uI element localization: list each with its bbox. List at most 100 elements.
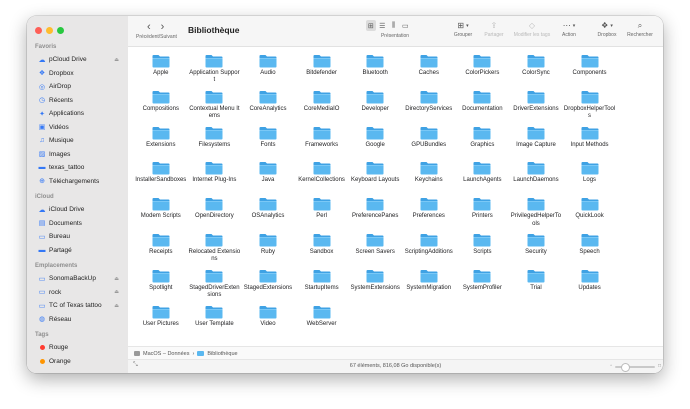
- eject-icon[interactable]: ⏏: [114, 57, 119, 63]
- folder-item[interactable]: Bluetooth: [348, 51, 402, 87]
- folder-item[interactable]: LaunchAgents: [456, 158, 510, 194]
- folder-item[interactable]: Spotlight: [134, 266, 188, 302]
- eject-icon[interactable]: ⏏: [114, 289, 119, 295]
- folder-item[interactable]: Preferences: [402, 194, 456, 230]
- gallery-view-icon[interactable]: ▭: [401, 20, 411, 31]
- folder-item[interactable]: Modem Scripts: [134, 194, 188, 230]
- folder-item[interactable]: Application Support: [188, 51, 242, 87]
- eject-icon[interactable]: ⏏: [114, 303, 119, 309]
- folder-item[interactable]: Caches: [402, 51, 456, 87]
- sidebar-item[interactable]: ▨ Images: [30, 148, 125, 162]
- folder-item[interactable]: Receipts: [134, 230, 188, 266]
- folder-item[interactable]: OpenDirectory: [188, 194, 242, 230]
- folder-item[interactable]: Image Capture: [509, 123, 563, 159]
- folder-item[interactable]: Graphics: [456, 123, 510, 159]
- folder-item[interactable]: PrivilegedHelperTools: [509, 194, 563, 230]
- sidebar-item[interactable]: ▣ Vidéos: [30, 121, 125, 135]
- sidebar-item[interactable]: ⊕ Téléchargements: [30, 175, 125, 189]
- folder-item[interactable]: ColorPickers: [456, 51, 510, 87]
- folder-item[interactable]: Ruby: [241, 230, 295, 266]
- folder-item[interactable]: Apple: [134, 51, 188, 87]
- folder-item[interactable]: InstallerSandboxes: [134, 158, 188, 194]
- folder-item[interactable]: LaunchDaemons: [509, 158, 563, 194]
- zoom-button[interactable]: [57, 27, 64, 34]
- folder-item[interactable]: DropboxHelperTools: [563, 87, 617, 123]
- sidebar-item[interactable]: ▭ Bureau: [30, 230, 125, 244]
- folder-item[interactable]: CoreMediaIO: [295, 87, 349, 123]
- folder-item[interactable]: Updates: [563, 266, 617, 302]
- sidebar-item[interactable]: ▭ rock ⏏: [30, 286, 125, 300]
- sidebar-item[interactable]: ◎ AirDrop: [30, 80, 125, 94]
- folder-item[interactable]: SystemExtensions: [348, 266, 402, 302]
- folder-item[interactable]: Relocated Extensions: [188, 230, 242, 266]
- path-folder[interactable]: Bibliothèque: [207, 351, 237, 357]
- folder-item[interactable]: Components: [563, 51, 617, 87]
- folder-item[interactable]: CoreAnalytics: [241, 87, 295, 123]
- dropbox-button[interactable]: ❖ ▾ Dropbox: [594, 19, 620, 38]
- folder-item[interactable]: Compositions: [134, 87, 188, 123]
- folder-item[interactable]: SystemProfiler: [456, 266, 510, 302]
- folder-item[interactable]: Input Methods: [563, 123, 617, 159]
- folder-item[interactable]: Fonts: [241, 123, 295, 159]
- sidebar-item[interactable]: ✦ Applications: [30, 107, 125, 121]
- sidebar-item[interactable]: ▭ SonomaBackUp ⏏: [30, 272, 125, 286]
- folder-item[interactable]: Logs: [563, 158, 617, 194]
- sidebar-item[interactable]: ❖ Dropbox: [30, 67, 125, 81]
- folder-item[interactable]: User Pictures: [134, 302, 188, 338]
- group-button[interactable]: ⊞ ▾ Grouper: [450, 19, 476, 38]
- folder-item[interactable]: Audio: [241, 51, 295, 87]
- sidebar-item[interactable]: ▬ texas_tattoo: [30, 161, 125, 175]
- sidebar-item[interactable]: ▤ Documents: [30, 217, 125, 231]
- folder-item[interactable]: StartupItems: [295, 266, 349, 302]
- folder-item[interactable]: DirectoryServices: [402, 87, 456, 123]
- folder-item[interactable]: Security: [509, 230, 563, 266]
- sidebar-item[interactable]: Orange: [30, 355, 125, 369]
- folder-item[interactable]: Screen Savers: [348, 230, 402, 266]
- folder-item[interactable]: Video: [241, 302, 295, 338]
- close-button[interactable]: [35, 27, 42, 34]
- sidebar-item[interactable]: ☁ iCloud Drive: [30, 203, 125, 217]
- sidebar-item[interactable]: ♫ Musique: [30, 134, 125, 148]
- folder-item[interactable]: QuickLook: [563, 194, 617, 230]
- folder-item[interactable]: SystemMigration: [402, 266, 456, 302]
- forward-chevron-icon[interactable]: ›: [161, 21, 175, 33]
- eject-icon[interactable]: ⏏: [114, 276, 119, 282]
- icon-size-slider[interactable]: [615, 363, 655, 372]
- folder-item[interactable]: Filesystems: [188, 123, 242, 159]
- folder-item[interactable]: Internet Plug-Ins: [188, 158, 242, 194]
- list-view-icon[interactable]: ☰: [378, 20, 388, 31]
- sidebar-item[interactable]: ◍ Réseau: [30, 313, 125, 327]
- folder-item[interactable]: Contextual Menu Items: [188, 87, 242, 123]
- folder-item[interactable]: Speech: [563, 230, 617, 266]
- folder-item[interactable]: DriverExtensions: [509, 87, 563, 123]
- sidebar-item[interactable]: ▭ TC of Texas tattoo ⏏: [30, 299, 125, 313]
- folder-item[interactable]: ColorSync: [509, 51, 563, 87]
- sidebar-item[interactable]: Rouge: [30, 341, 125, 355]
- folder-item[interactable]: StagedExtensions: [241, 266, 295, 302]
- edit-tags-button[interactable]: ◇ Modifier les tags: [509, 19, 555, 38]
- folder-item[interactable]: Keyboard Layouts: [348, 158, 402, 194]
- folder-item[interactable]: Printers: [456, 194, 510, 230]
- folder-item[interactable]: Google: [348, 123, 402, 159]
- folder-item[interactable]: User Template: [188, 302, 242, 338]
- folder-item[interactable]: StagedDriverExtensions: [188, 266, 242, 302]
- folder-item[interactable]: Developer: [348, 87, 402, 123]
- folder-item[interactable]: Perl: [295, 194, 349, 230]
- back-chevron-icon[interactable]: ‹: [147, 21, 161, 33]
- folder-item[interactable]: Sandbox: [295, 230, 349, 266]
- search-button[interactable]: ⌕ Rechercher: [624, 19, 656, 39]
- folder-item[interactable]: Extensions: [134, 123, 188, 159]
- folder-item[interactable]: Documentation: [456, 87, 510, 123]
- column-view-icon[interactable]: ⫼: [389, 20, 399, 31]
- folder-item[interactable]: KernelCollections: [295, 158, 349, 194]
- folder-item[interactable]: Scripts: [456, 230, 510, 266]
- folder-item[interactable]: WebServer: [295, 302, 349, 338]
- action-button[interactable]: ⋯ ▾ Action: [557, 19, 581, 38]
- icon-view-icon[interactable]: ⊞: [366, 20, 376, 31]
- path-volume[interactable]: MacOS – Données: [143, 351, 189, 357]
- folder-item[interactable]: Bitdefender: [295, 51, 349, 87]
- folder-item[interactable]: ScriptingAdditions: [402, 230, 456, 266]
- folder-item[interactable]: OSAnalytics: [241, 194, 295, 230]
- folder-item[interactable]: PreferencePanes: [348, 194, 402, 230]
- folder-item[interactable]: Frameworks: [295, 123, 349, 159]
